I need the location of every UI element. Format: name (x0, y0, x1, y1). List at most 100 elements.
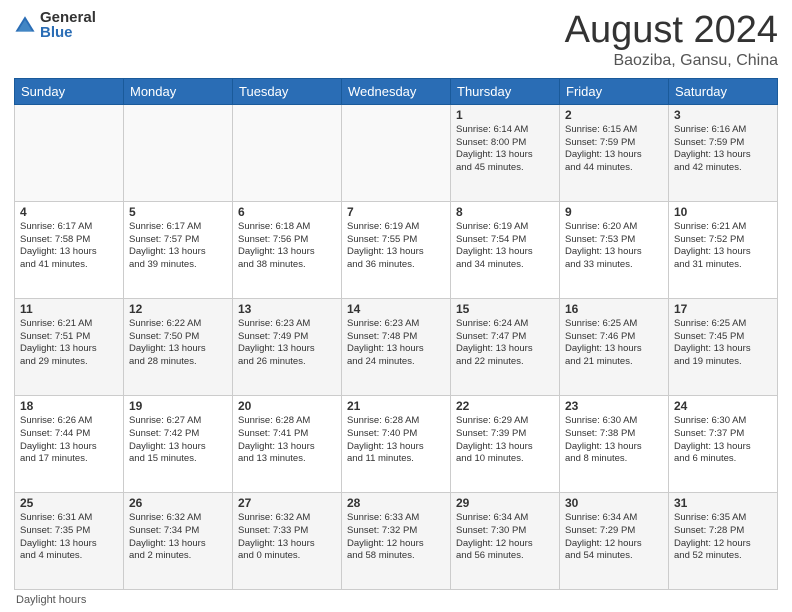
day-number: 18 (20, 399, 118, 413)
day-number: 13 (238, 302, 336, 316)
week-row-3: 18 Sunrise: 6:26 AM Sunset: 7:44 PM Dayli… (15, 395, 778, 492)
cell-3-0: 18 Sunrise: 6:26 AM Sunset: 7:44 PM Dayli… (15, 395, 124, 492)
main-title: August 2024 (565, 10, 778, 52)
day-number: 22 (456, 399, 554, 413)
day-info: Sunrise: 6:27 AM Sunset: 7:42 PM Dayligh… (129, 415, 227, 466)
cell-1-1: 5 Sunrise: 6:17 AM Sunset: 7:57 PM Daylig… (124, 201, 233, 298)
logo-icon (14, 14, 36, 36)
cell-3-6: 24 Sunrise: 6:30 AM Sunset: 7:37 PM Dayli… (669, 395, 778, 492)
calendar-body: 1 Sunrise: 6:14 AM Sunset: 8:00 PM Daylig… (15, 104, 778, 589)
header-friday: Friday (560, 78, 669, 104)
day-info: Sunrise: 6:32 AM Sunset: 7:33 PM Dayligh… (238, 512, 336, 563)
day-info: Sunrise: 6:15 AM Sunset: 7:59 PM Dayligh… (565, 124, 663, 175)
cell-4-2: 27 Sunrise: 6:32 AM Sunset: 7:33 PM Dayli… (233, 492, 342, 589)
header-wednesday: Wednesday (342, 78, 451, 104)
title-block: August 2024 Baoziba, Gansu, China (565, 10, 778, 70)
day-number: 20 (238, 399, 336, 413)
day-number: 30 (565, 496, 663, 510)
cell-4-4: 29 Sunrise: 6:34 AM Sunset: 7:30 PM Dayli… (451, 492, 560, 589)
cell-0-1 (124, 104, 233, 201)
cell-0-6: 3Sunrise: 6:16 AM Sunset: 7:59 PM Daylig… (669, 104, 778, 201)
day-number: 10 (674, 205, 772, 219)
day-info: Sunrise: 6:25 AM Sunset: 7:45 PM Dayligh… (674, 318, 772, 369)
cell-2-1: 12Sunrise: 6:22 AM Sunset: 7:50 PM Dayli… (124, 298, 233, 395)
cell-1-3: 7Sunrise: 6:19 AM Sunset: 7:55 PM Daylig… (342, 201, 451, 298)
day-number: 11 (20, 302, 118, 316)
day-info: Sunrise: 6:34 AM Sunset: 7:30 PM Dayligh… (456, 512, 554, 563)
cell-0-2 (233, 104, 342, 201)
week-row-4: 25Sunrise: 6:31 AM Sunset: 7:35 PM Dayli… (15, 492, 778, 589)
day-number: 28 (347, 496, 445, 510)
day-info: Sunrise: 6:19 AM Sunset: 7:55 PM Dayligh… (347, 221, 445, 272)
day-number: 14 (347, 302, 445, 316)
cell-1-2: 6Sunrise: 6:18 AM Sunset: 7:56 PM Daylig… (233, 201, 342, 298)
cell-3-3: 21Sunrise: 6:28 AM Sunset: 7:40 PM Dayli… (342, 395, 451, 492)
day-info: Sunrise: 6:30 AM Sunset: 7:38 PM Dayligh… (565, 415, 663, 466)
header-monday: Monday (124, 78, 233, 104)
header-sunday: Sunday (15, 78, 124, 104)
day-info: Sunrise: 6:21 AM Sunset: 7:52 PM Dayligh… (674, 221, 772, 272)
week-row-0: 1 Sunrise: 6:14 AM Sunset: 8:00 PM Daylig… (15, 104, 778, 201)
day-info: Sunrise: 6:35 AM Sunset: 7:28 PM Dayligh… (674, 512, 772, 563)
footer: Daylight hours (14, 594, 778, 606)
cell-2-6: 17Sunrise: 6:25 AM Sunset: 7:45 PM Dayli… (669, 298, 778, 395)
header-thursday: Thursday (451, 78, 560, 104)
cell-2-4: 15 Sunrise: 6:24 AM Sunset: 7:47 PM Dayli… (451, 298, 560, 395)
day-number: 23 (565, 399, 663, 413)
day-info: Sunrise: 6:30 AM Sunset: 7:37 PM Dayligh… (674, 415, 772, 466)
day-info: Sunrise: 6:20 AM Sunset: 7:53 PM Dayligh… (565, 221, 663, 272)
header-row: Sunday Monday Tuesday Wednesday Thursday… (15, 78, 778, 104)
cell-3-5: 23 Sunrise: 6:30 AM Sunset: 7:38 PM Dayli… (560, 395, 669, 492)
cell-1-0: 4 Sunrise: 6:17 AM Sunset: 7:58 PM Daylig… (15, 201, 124, 298)
day-info: Sunrise: 6:26 AM Sunset: 7:44 PM Dayligh… (20, 415, 118, 466)
day-info: Sunrise: 6:25 AM Sunset: 7:46 PM Dayligh… (565, 318, 663, 369)
cell-4-6: 31 Sunrise: 6:35 AM Sunset: 7:28 PM Dayli… (669, 492, 778, 589)
day-number: 25 (20, 496, 118, 510)
logo-blue: Blue (40, 25, 96, 40)
cell-4-5: 30 Sunrise: 6:34 AM Sunset: 7:29 PM Dayli… (560, 492, 669, 589)
cell-0-0 (15, 104, 124, 201)
cell-1-6: 10 Sunrise: 6:21 AM Sunset: 7:52 PM Dayli… (669, 201, 778, 298)
day-info: Sunrise: 6:28 AM Sunset: 7:41 PM Dayligh… (238, 415, 336, 466)
day-info: Sunrise: 6:19 AM Sunset: 7:54 PM Dayligh… (456, 221, 554, 272)
cell-2-2: 13Sunrise: 6:23 AM Sunset: 7:49 PM Dayli… (233, 298, 342, 395)
day-number: 26 (129, 496, 227, 510)
day-number: 27 (238, 496, 336, 510)
week-row-2: 11 Sunrise: 6:21 AM Sunset: 7:51 PM Dayli… (15, 298, 778, 395)
day-info: Sunrise: 6:18 AM Sunset: 7:56 PM Dayligh… (238, 221, 336, 272)
logo-text: General Blue (40, 10, 96, 40)
day-info: Sunrise: 6:14 AM Sunset: 8:00 PM Dayligh… (456, 124, 554, 175)
logo-general: General (40, 10, 96, 25)
day-number: 4 (20, 205, 118, 219)
day-info: Sunrise: 6:33 AM Sunset: 7:32 PM Dayligh… (347, 512, 445, 563)
day-number: 5 (129, 205, 227, 219)
page: General Blue August 2024 Baoziba, Gansu,… (0, 0, 792, 612)
day-number: 31 (674, 496, 772, 510)
cell-1-4: 8 Sunrise: 6:19 AM Sunset: 7:54 PM Daylig… (451, 201, 560, 298)
day-number: 24 (674, 399, 772, 413)
day-info: Sunrise: 6:32 AM Sunset: 7:34 PM Dayligh… (129, 512, 227, 563)
cell-4-1: 26 Sunrise: 6:32 AM Sunset: 7:34 PM Dayli… (124, 492, 233, 589)
header: General Blue August 2024 Baoziba, Gansu,… (14, 10, 778, 70)
subtitle: Baoziba, Gansu, China (565, 52, 778, 70)
header-tuesday: Tuesday (233, 78, 342, 104)
day-number: 8 (456, 205, 554, 219)
day-info: Sunrise: 6:21 AM Sunset: 7:51 PM Dayligh… (20, 318, 118, 369)
cell-4-0: 25Sunrise: 6:31 AM Sunset: 7:35 PM Dayli… (15, 492, 124, 589)
day-number: 29 (456, 496, 554, 510)
day-info: Sunrise: 6:17 AM Sunset: 7:58 PM Dayligh… (20, 221, 118, 272)
day-number: 15 (456, 302, 554, 316)
cell-3-2: 20 Sunrise: 6:28 AM Sunset: 7:41 PM Dayli… (233, 395, 342, 492)
cell-0-4: 1 Sunrise: 6:14 AM Sunset: 8:00 PM Daylig… (451, 104, 560, 201)
cell-1-5: 9 Sunrise: 6:20 AM Sunset: 7:53 PM Daylig… (560, 201, 669, 298)
day-number: 21 (347, 399, 445, 413)
day-number: 1 (456, 108, 554, 122)
day-info: Sunrise: 6:22 AM Sunset: 7:50 PM Dayligh… (129, 318, 227, 369)
day-number: 9 (565, 205, 663, 219)
cell-2-5: 16Sunrise: 6:25 AM Sunset: 7:46 PM Dayli… (560, 298, 669, 395)
day-info: Sunrise: 6:24 AM Sunset: 7:47 PM Dayligh… (456, 318, 554, 369)
day-number: 3 (674, 108, 772, 122)
day-info: Sunrise: 6:34 AM Sunset: 7:29 PM Dayligh… (565, 512, 663, 563)
day-info: Sunrise: 6:17 AM Sunset: 7:57 PM Dayligh… (129, 221, 227, 272)
header-saturday: Saturday (669, 78, 778, 104)
